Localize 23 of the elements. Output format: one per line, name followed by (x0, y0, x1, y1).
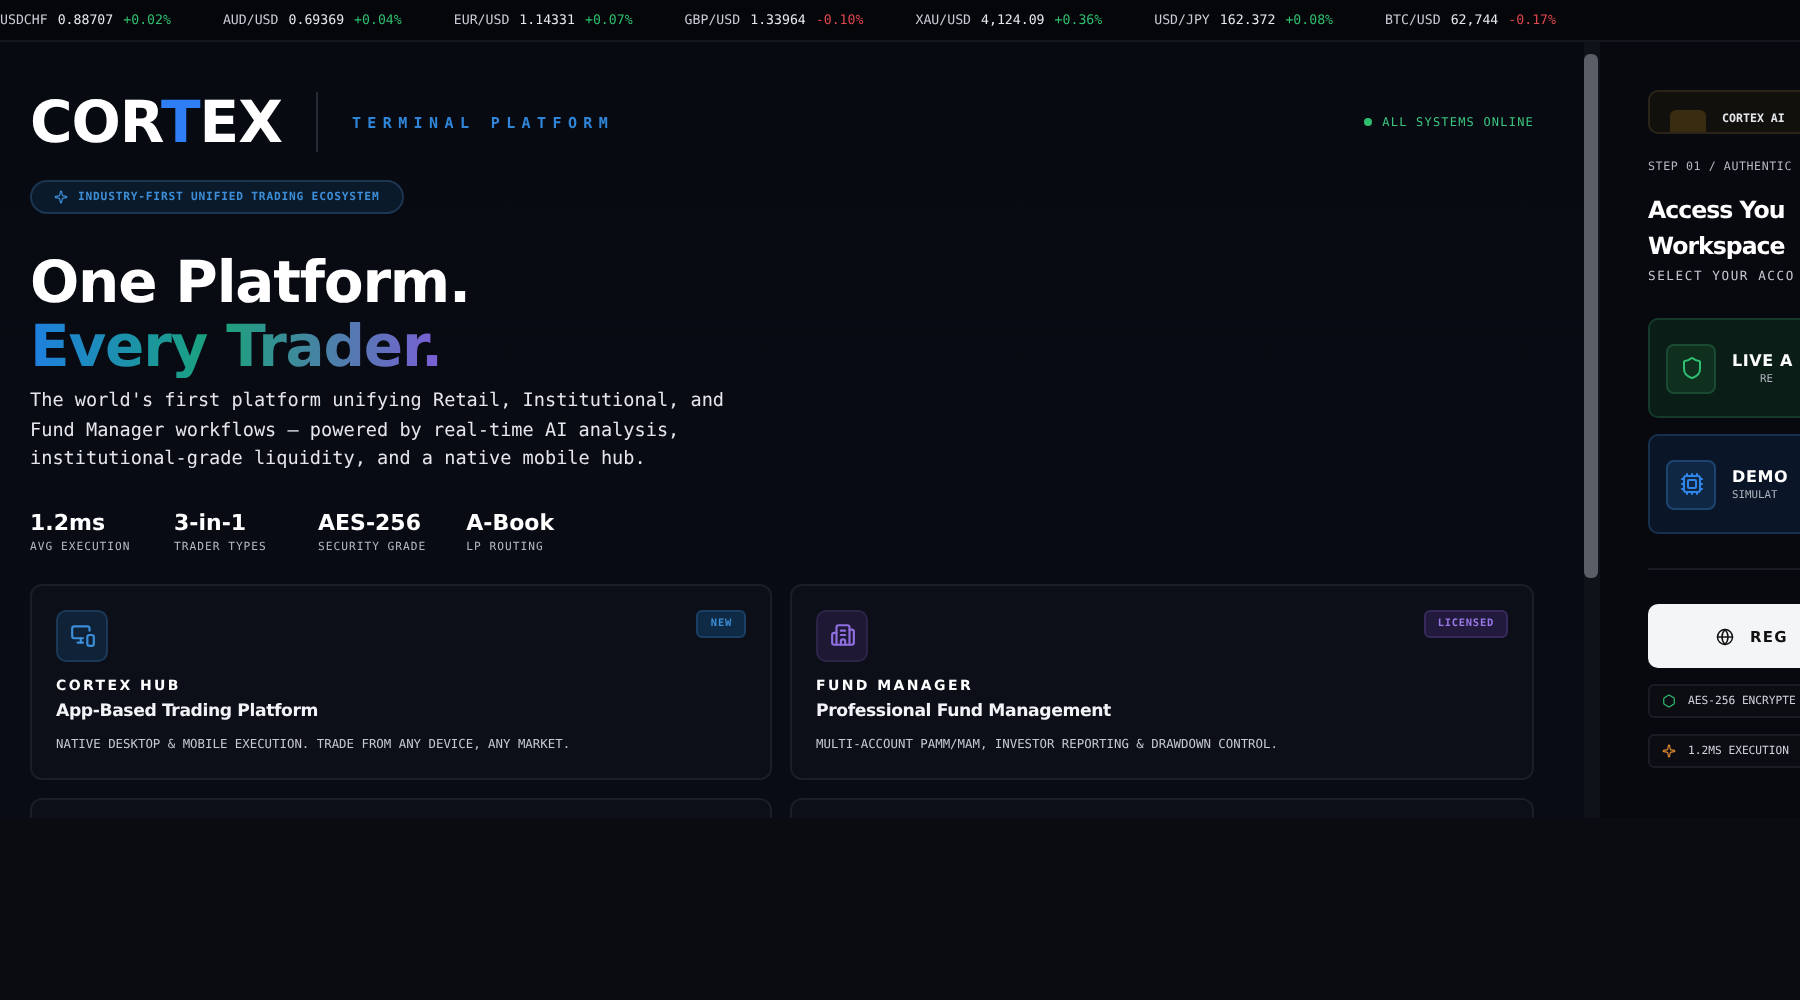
monitor-phone-icon (69, 622, 95, 649)
headline: One Platform. (30, 250, 472, 314)
sparkle-icon (1662, 744, 1676, 758)
card-title: App-Based Trading Platform (56, 701, 321, 722)
status-dot (1364, 118, 1373, 126)
scrollbar[interactable] (1584, 42, 1600, 818)
description: The world's first platform unifying Retail, Institutional, and Fund Manager workflows — powered by real-time AI analysis, institutional-grade liquidity, and a native mobile hub. (30, 388, 727, 475)
panel-title: Access You Workspace (1648, 194, 1787, 264)
globe-icon (1716, 627, 1734, 645)
icon-tile (1670, 110, 1706, 132)
hexagon-icon (1662, 694, 1676, 708)
logo-text: CORTEX (30, 88, 282, 156)
shield-icon (1679, 356, 1703, 380)
card-title: Professional Fund Management (816, 701, 1113, 722)
stat-value: 3-in-1 (174, 509, 249, 536)
stat-value: AES-256 (318, 509, 423, 536)
chip-icon (1679, 472, 1703, 496)
building-icon (829, 622, 855, 649)
account-title: LIVE A (1732, 351, 1794, 369)
stat-value: 1.2ms (30, 509, 107, 536)
stat-value: A-Book (466, 509, 557, 536)
sparkle-icon (54, 190, 68, 204)
account-title: DEMO (1732, 467, 1789, 485)
